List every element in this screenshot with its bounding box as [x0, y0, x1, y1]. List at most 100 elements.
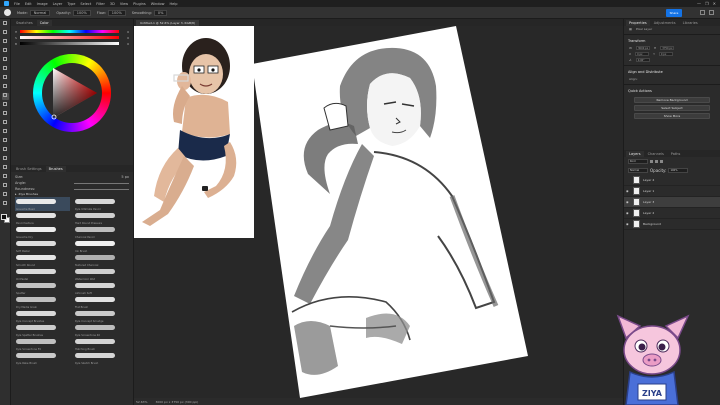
x-input[interactable]: 0 px	[635, 52, 650, 56]
brush-preset[interactable]: Kyle Spatter Brushes	[15, 323, 70, 337]
opacity-option[interactable]: Opacity: 100%	[56, 9, 91, 16]
layer-name[interactable]: Layer 4	[643, 178, 654, 182]
move-tool[interactable]	[2, 21, 9, 28]
close-button[interactable]: ✕	[713, 1, 716, 6]
crop-tool[interactable]	[2, 57, 9, 64]
visibility-eye-icon[interactable]: ◉	[626, 211, 630, 215]
tab-swatches[interactable]: Swatches	[13, 20, 36, 26]
photoshop-logo-icon[interactable]	[4, 1, 9, 6]
hand-tool[interactable]	[2, 192, 9, 199]
path-select-tool[interactable]	[2, 174, 9, 181]
menu-select[interactable]: Select	[80, 2, 91, 6]
menu-edit[interactable]: Edit	[25, 2, 32, 6]
brush-preset[interactable]: Oil Pastel	[15, 267, 70, 281]
history-brush-tool[interactable]	[2, 111, 9, 118]
menu-help[interactable]: Help	[170, 2, 178, 6]
brush-tool[interactable]	[1, 93, 9, 100]
quick-select-tool[interactable]	[2, 48, 9, 55]
saturation-track[interactable]	[20, 36, 119, 39]
menu-layer[interactable]: Layer	[53, 2, 63, 6]
show-more-button[interactable]: Show More	[634, 113, 710, 119]
brush-preset[interactable]: Kyle Screentone 55	[15, 337, 70, 351]
healing-brush-tool[interactable]	[2, 84, 9, 91]
layer-name[interactable]: Layer 3	[643, 200, 654, 204]
menu-plugins[interactable]: Plugins	[133, 2, 146, 6]
brush-preset[interactable]: Dry Media Grain	[15, 295, 70, 309]
angle-slider[interactable]	[74, 182, 129, 184]
workspace-icon[interactable]	[709, 10, 714, 15]
saturation-brightness-triangle[interactable]	[33, 54, 111, 132]
tab-properties[interactable]: Properties	[626, 20, 650, 26]
menu-filter[interactable]: Filter	[96, 2, 105, 6]
brush-preset[interactable]: Kyle Sketch Brush	[74, 351, 129, 365]
brush-preset[interactable]: Kyle Ultimate Pencil	[74, 197, 129, 211]
canvas-area[interactable]	[134, 26, 623, 398]
search-icon[interactable]	[700, 10, 705, 15]
size-value[interactable]: 5 px	[121, 175, 129, 179]
menu-type[interactable]: Type	[67, 2, 75, 6]
brush-preset[interactable]: Smooth Round	[15, 253, 70, 267]
menu-view[interactable]: View	[120, 2, 128, 6]
brush-preset[interactable]: Kyle Rake Brush	[15, 351, 70, 365]
blend-mode-select[interactable]: Normal	[628, 168, 648, 173]
brush-preset[interactable]: Kyle Concept Brushes	[15, 309, 70, 323]
layer-name[interactable]: Background	[643, 222, 661, 226]
flow-option[interactable]: Flow: 100%	[97, 9, 126, 16]
tab-layers[interactable]: Layers	[626, 151, 644, 157]
menu-3d[interactable]: 3D	[110, 2, 115, 6]
brightness-value[interactable]: 0	[121, 42, 129, 46]
brush-preset[interactable]: Kyle Concept Smudge	[74, 309, 129, 323]
hue-track[interactable]	[20, 30, 119, 33]
layer-row[interactable]: ◉ Layer 2	[624, 208, 720, 219]
brush-preset[interactable]: Flat Brush	[74, 295, 129, 309]
marquee-tool[interactable]	[2, 30, 9, 37]
height-input[interactable]: 3750 px	[660, 46, 675, 50]
share-button[interactable]: Share	[666, 9, 682, 17]
brush-preset[interactable]: Textured Charcoal	[74, 253, 129, 267]
brush-preset[interactable]: Charcoal Pencil	[74, 225, 129, 239]
dodge-tool[interactable]	[2, 147, 9, 154]
brush-preset[interactable]: Soft Pastel	[15, 239, 70, 253]
eraser-tool[interactable]	[2, 120, 9, 127]
blur-tool[interactable]	[2, 138, 9, 145]
pen-tool[interactable]	[2, 156, 9, 163]
smoothing-option[interactable]: Smoothing: 0%	[132, 9, 168, 16]
mode-select[interactable]: Normal	[29, 9, 51, 16]
color-swatches[interactable]	[0, 214, 10, 223]
brightness-slider[interactable]: B 0	[15, 41, 129, 46]
smoothing-input[interactable]: 0%	[153, 9, 168, 16]
saturation-value[interactable]: 0	[121, 36, 129, 40]
filter-type-icon[interactable]	[660, 160, 663, 163]
shape-tool[interactable]	[2, 183, 9, 190]
layer-row[interactable]: ◉ Layer 3	[624, 197, 720, 208]
layer-name[interactable]: Layer 1	[643, 189, 654, 193]
foreground-color-swatch[interactable]	[0, 214, 7, 220]
zoom-tool[interactable]	[2, 201, 9, 208]
brush-preset[interactable]: Kyle Screentone 40	[74, 323, 129, 337]
y-input[interactable]: 0 px	[658, 52, 673, 56]
layer-row[interactable]: Layer 4	[624, 175, 720, 186]
reference-photo[interactable]	[134, 26, 254, 238]
tab-color[interactable]: Color	[36, 20, 52, 26]
opacity-input[interactable]: 100%	[72, 9, 91, 16]
tab-brush-settings[interactable]: Brush Settings	[13, 166, 45, 172]
flow-input[interactable]: 100%	[107, 9, 126, 16]
brush-preset-picker[interactable]	[4, 9, 11, 16]
layer-row[interactable]: ◉ Layer 1	[624, 186, 720, 197]
remove-background-button[interactable]: Remove Background	[634, 97, 710, 103]
menu-image[interactable]: Image	[37, 2, 48, 6]
tab-libraries[interactable]: Libraries	[680, 20, 701, 26]
type-tool[interactable]	[2, 165, 9, 172]
layer-name[interactable]: Layer 2	[643, 211, 654, 215]
layer-opacity-input[interactable]: 100%	[668, 168, 689, 173]
tab-channels[interactable]: Channels	[645, 151, 667, 157]
visibility-eye-icon[interactable]: ◉	[626, 222, 630, 226]
menu-file[interactable]: File	[14, 2, 20, 6]
mode-option[interactable]: Mode: Normal	[17, 9, 51, 16]
sketch-document[interactable]	[252, 26, 528, 398]
brush-preset[interactable]: Hatching Brush	[74, 337, 129, 351]
frame-tool[interactable]	[2, 66, 9, 73]
visibility-eye-icon[interactable]: ◉	[626, 189, 630, 193]
tab-adjustments[interactable]: Adjustments	[651, 20, 679, 26]
brush-preset[interactable]: Spatter	[15, 281, 70, 295]
